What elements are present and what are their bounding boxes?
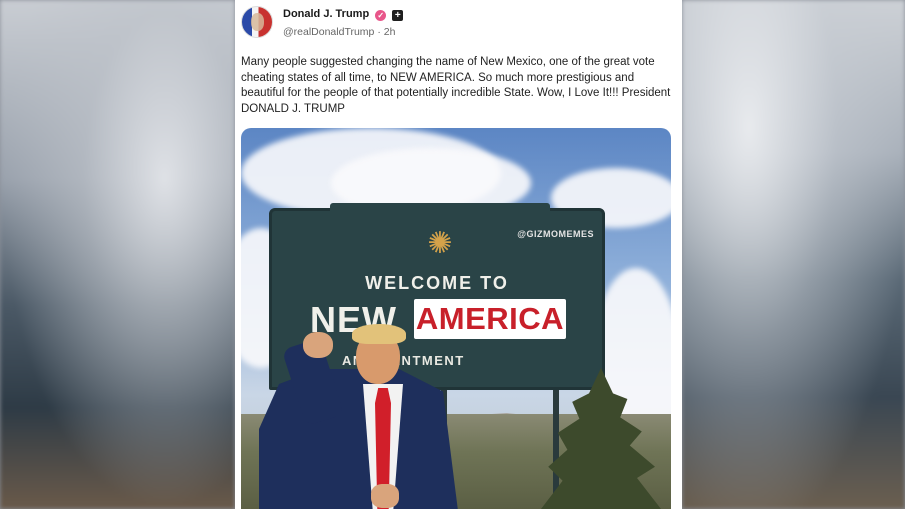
post-image[interactable]: ✺ @GIZMOMEMES WELCOME TO NEW AMERICA AN … bbox=[241, 128, 671, 509]
hand bbox=[371, 484, 399, 508]
author-handle[interactable]: @realDonaldTrump bbox=[283, 26, 374, 38]
plus-badge-icon[interactable]: + bbox=[392, 10, 404, 21]
blurred-background-left bbox=[0, 0, 235, 509]
meta-separator: · bbox=[377, 26, 381, 38]
blurred-background-right bbox=[682, 0, 905, 509]
fist bbox=[303, 332, 333, 358]
post-header: Donald J. Trump ✓ + @realDonaldTrump · 2… bbox=[241, 6, 671, 40]
sign-welcome-text: WELCOME TO bbox=[365, 273, 509, 293]
author-name-row: Donald J. Trump ✓ + bbox=[283, 8, 404, 21]
zia-sun-icon: ✺ bbox=[427, 227, 453, 260]
verified-badge-icon: ✓ bbox=[375, 10, 387, 21]
billboard-top bbox=[330, 203, 550, 213]
hair bbox=[352, 324, 406, 344]
post-card: Donald J. Trump ✓ + @realDonaldTrump · 2… bbox=[235, 0, 682, 509]
suit bbox=[259, 369, 459, 509]
post-text: Many people suggested changing the name … bbox=[241, 56, 671, 115]
author-avatar[interactable] bbox=[241, 6, 273, 38]
avatar-face bbox=[251, 13, 264, 31]
author-handle-row: @realDonaldTrump · 2h bbox=[283, 26, 395, 38]
person-figure bbox=[259, 324, 459, 509]
post-time[interactable]: 2h bbox=[384, 26, 396, 38]
watermark: @GIZMOMEMES bbox=[517, 229, 594, 239]
author-name[interactable]: Donald J. Trump bbox=[283, 8, 369, 20]
